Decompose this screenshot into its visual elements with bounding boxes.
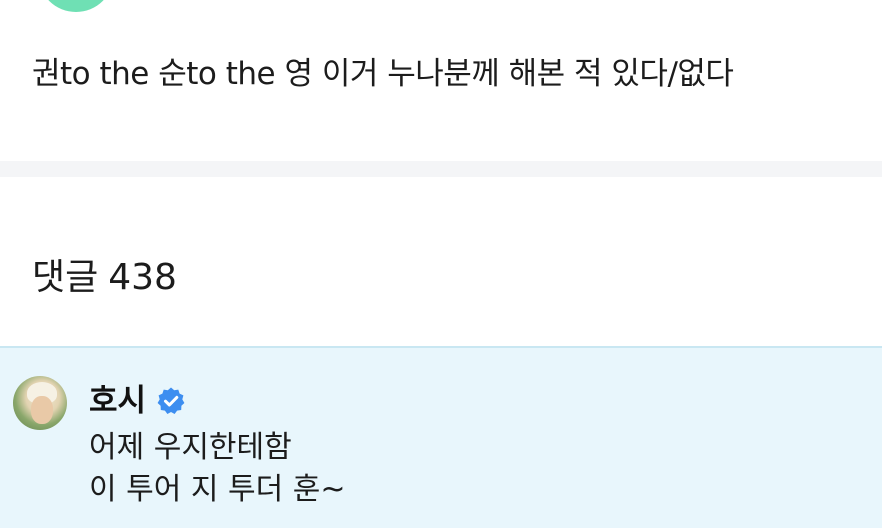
comments-header: 댓글 438 [32,254,177,302]
comment-line: 이 투어 지 투더 훈~ [89,472,346,507]
comment-line: 어제 우지한테함 [89,430,292,465]
avatar-face [31,396,53,424]
comment-item[interactable]: 호시 어제 우지한테함 이 투어 지 투더 훈~ [0,346,882,528]
comments-count: 438 [108,257,177,298]
comment-author-row: 호시 [89,381,186,421]
comment-text: 어제 우지한테함 이 투어 지 투더 훈~ [89,427,345,511]
comments-label: 댓글 [32,257,99,298]
verified-badge-icon [157,387,185,414]
post-page: 권to the 순to the 영 이거 누나분께 해본 적 있다/없다 댓글 4… [0,0,882,528]
post-author-avatar[interactable] [38,0,114,12]
section-divider [0,161,882,177]
post-body-text: 권to the 순to the 영 이거 누나분께 해본 적 있다/없다 [32,56,734,92]
comment-author-name[interactable]: 호시 [89,381,146,421]
comment-author-avatar[interactable] [13,376,67,430]
